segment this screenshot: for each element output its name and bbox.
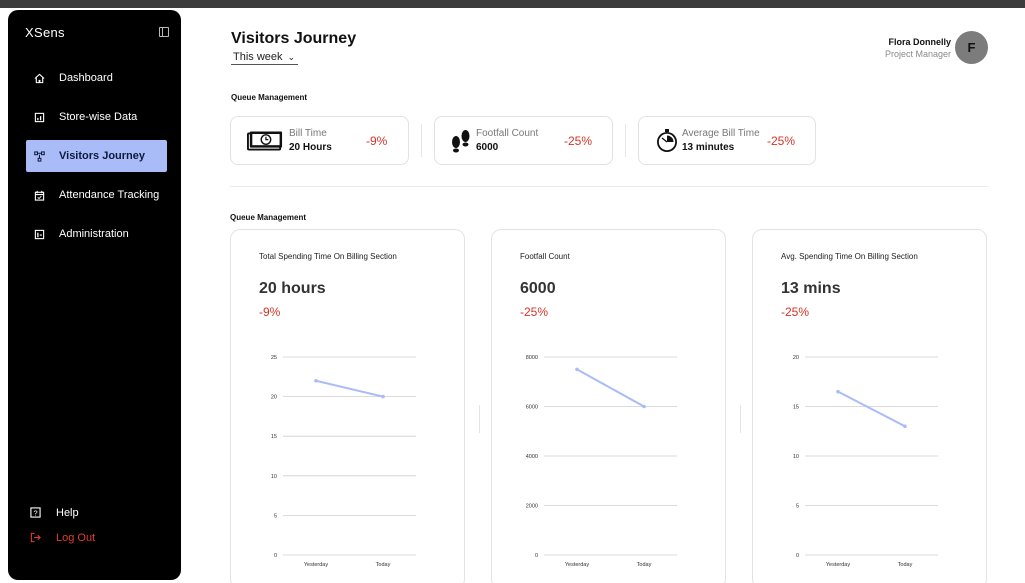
admin-icon [34, 229, 45, 240]
sidebar-item-label: Dashboard [59, 72, 113, 84]
sidebar-item-store-wise-data[interactable]: Store-wise Data [26, 101, 167, 133]
y-tick-label: 5 [796, 504, 799, 510]
sidebar-item-dashboard[interactable]: Dashboard [26, 62, 167, 94]
period-dropdown[interactable]: This week ⌄ [231, 51, 299, 65]
kpi-value: 13 minutes [682, 142, 735, 153]
section-divider [230, 186, 988, 187]
line-chart: 0 2000 4000 6000 8000 Yesterday Today [526, 355, 677, 568]
x-tick-label: Today [376, 562, 391, 568]
journey-icon [34, 150, 45, 162]
sidebar-item-label: Store-wise Data [59, 111, 138, 123]
y-tick-label: 15 [271, 434, 277, 440]
help-icon: ? [30, 507, 41, 518]
kpi-value: 20 Hours [289, 142, 332, 153]
user-name: Flora Donnelly [888, 36, 951, 47]
logout-icon [30, 532, 41, 543]
chevron-down-icon: ⌄ [287, 52, 296, 62]
sidebar-nav: Dashboard Store-wise Data Visitors Journ… [26, 62, 167, 257]
sidebar: XSens Dashboard Store-wise Data Visitors… [8, 10, 181, 580]
user-role: Project Manager [884, 48, 951, 59]
y-tick-label: 0 [535, 553, 538, 559]
y-tick-label: 15 [793, 405, 799, 411]
y-tick-label: 20 [793, 355, 799, 361]
home-icon [34, 73, 45, 84]
y-tick-label: 6000 [526, 405, 538, 411]
window-top-bar [0, 0, 1025, 8]
kpi-label: Footfall Count [476, 128, 539, 139]
kpi-card-bill-time[interactable]: Bill Time 20 Hours -9% [230, 116, 409, 165]
sidebar-item-administration[interactable]: Administration [26, 218, 167, 250]
divider [740, 405, 741, 433]
y-tick-label: 0 [796, 553, 799, 559]
kpi-delta: -25% [767, 134, 796, 148]
kpi-card-average-bill-time[interactable]: Average Bill Time 13 minutes -25% [638, 116, 816, 165]
series-line [837, 390, 906, 428]
brand-logo: XSens [25, 25, 65, 40]
data-point [575, 367, 579, 372]
sidebar-item-label: Administration [59, 228, 129, 240]
logout-link[interactable]: Log Out [30, 525, 95, 550]
y-tick-label: 2000 [526, 504, 538, 510]
kpi-text: Average Bill Time 13 minutes [682, 128, 760, 153]
sidebar-item-attendance-tracking[interactable]: Attendance Tracking [26, 179, 167, 211]
x-tick-label: Today [637, 562, 652, 568]
kpi-label: Bill Time [289, 128, 327, 139]
sidebar-item-label: Visitors Journey [59, 150, 145, 162]
divider [625, 124, 626, 157]
kpi-text: Footfall Count 6000 [476, 128, 538, 153]
y-tick-label: 10 [271, 474, 277, 480]
section-title: Queue Management [230, 213, 307, 222]
user-profile[interactable]: Flora Donnelly Project Manager F [885, 31, 988, 64]
kpi-value: 6000 [476, 142, 499, 153]
footprints-icon [449, 127, 473, 155]
data-point [642, 404, 646, 409]
sidebar-item-label: Attendance Tracking [59, 189, 160, 201]
y-tick-label: 10 [793, 454, 799, 460]
page-title: Visitors Journey [231, 30, 357, 47]
x-tick-label: Today [898, 562, 913, 568]
calendar-icon [34, 190, 45, 201]
kpi-delta: -9% [366, 134, 388, 148]
y-tick-label: 25 [271, 355, 277, 361]
kpi-label: Average Bill Time [682, 128, 760, 139]
kpi-text: Bill Time 20 Hours [289, 128, 332, 153]
data-point [314, 378, 318, 383]
x-tick-label: Yesterday [565, 562, 590, 568]
y-tick-label: 20 [271, 395, 277, 401]
section-title: Queue Management [231, 93, 308, 102]
metric-card-avg-billing-time: Avg. Spending Time On Billing Section 13… [752, 229, 987, 583]
x-tick-label: Yesterday [304, 562, 329, 568]
series-line [315, 379, 384, 398]
data-point [836, 389, 840, 394]
avatar[interactable]: F [955, 31, 988, 64]
period-value: This week [233, 51, 283, 63]
store-data-icon [34, 112, 45, 123]
x-tick-label: Yesterday [826, 562, 851, 568]
sidebar-collapse-icon[interactable] [159, 27, 169, 37]
y-tick-label: 0 [274, 553, 277, 559]
stopwatch-icon [655, 127, 679, 155]
divider [479, 405, 480, 433]
help-label: Help [56, 506, 79, 519]
y-tick-label: 5 [274, 513, 277, 519]
cash-clock-icon [247, 127, 283, 155]
data-point [381, 394, 385, 399]
data-point [903, 424, 907, 429]
y-tick-label: 8000 [526, 355, 538, 361]
y-tick-label: 4000 [526, 454, 538, 460]
line-chart: 0 5 10 15 20 25 Yesterday Today [271, 355, 416, 568]
sidebar-item-visitors-journey[interactable]: Visitors Journey [26, 140, 167, 172]
svg-text:?: ? [33, 508, 37, 517]
sidebar-bottom-nav: ? Help Log Out [30, 500, 95, 550]
kpi-card-footfall-count[interactable]: Footfall Count 6000 -25% [434, 116, 613, 165]
help-link[interactable]: ? Help [30, 500, 95, 525]
line-chart: 0 5 10 15 20 Yesterday Today [793, 355, 938, 568]
divider [421, 124, 422, 157]
user-info: Flora Donnelly Project Manager [885, 37, 951, 59]
series-line [576, 368, 645, 408]
metric-card-footfall: Footfall Count 6000 -25% 0 2000 4000 6000 80… [491, 229, 726, 583]
kpi-delta: -25% [564, 134, 593, 148]
logout-label: Log Out [56, 531, 96, 544]
metric-card-billing-time: Total Spending Time On Billing Section 2… [230, 229, 465, 583]
